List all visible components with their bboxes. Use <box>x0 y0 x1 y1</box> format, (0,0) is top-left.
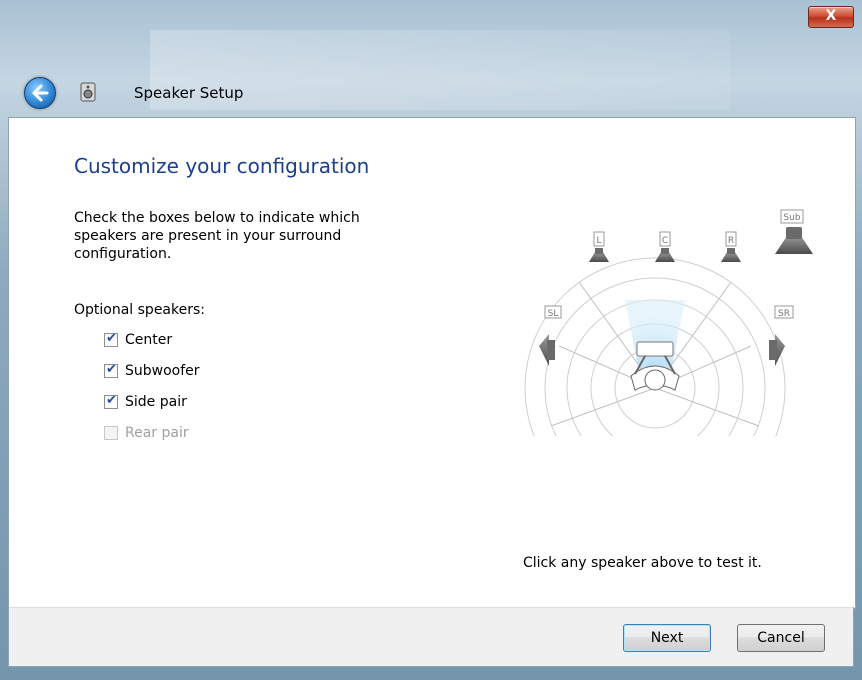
optional-speakers-label: Optional speakers: <box>74 302 206 318</box>
checkbox-rear-pair-box <box>104 426 118 440</box>
instructions-text: Check the boxes below to indicate which … <box>74 210 360 262</box>
next-button[interactable]: Next <box>623 624 711 652</box>
content-panel: Customize your configuration Check the b… <box>8 117 856 609</box>
footer-divider <box>9 607 853 608</box>
back-button[interactable] <box>24 77 56 109</box>
svg-text:SR: SR <box>778 309 790 319</box>
speaker-left[interactable]: L <box>589 231 609 262</box>
speaker-icon <box>80 82 96 102</box>
checkbox-side-pair-box[interactable] <box>104 393 118 409</box>
close-button[interactable]: X <box>808 6 854 28</box>
page-heading: Customize your configuration <box>74 154 370 178</box>
checkbox-subwoofer-label: Subwoofer <box>125 363 200 379</box>
speaker-setup-window: X Speaker Setup Customize your configura… <box>0 0 862 680</box>
svg-text:C: C <box>662 236 668 246</box>
checkbox-center-box[interactable] <box>104 331 118 347</box>
window-title: Speaker Setup <box>134 84 244 102</box>
test-speaker-hint: Click any speaker above to test it. <box>523 555 762 571</box>
speaker-subwoofer[interactable]: Sub <box>775 209 813 254</box>
footer-bar: Next Cancel <box>8 607 854 667</box>
checkbox-subwoofer-box[interactable] <box>104 362 118 378</box>
cancel-button[interactable]: Cancel <box>737 624 825 652</box>
svg-text:R: R <box>728 236 734 246</box>
checkbox-rear-pair-label: Rear pair <box>125 425 189 441</box>
speaker-center[interactable]: C <box>655 231 675 262</box>
svg-text:Sub: Sub <box>783 213 800 223</box>
back-arrow-icon <box>32 84 49 102</box>
svg-text:SL: SL <box>548 309 559 319</box>
checkbox-center-label: Center <box>125 332 173 348</box>
svg-text:L: L <box>596 236 601 246</box>
speaker-diagram: L C R Sub SL SR <box>519 196 829 519</box>
checkbox-side-pair-label: Side pair <box>125 394 187 410</box>
speaker-right[interactable]: R <box>721 231 741 262</box>
